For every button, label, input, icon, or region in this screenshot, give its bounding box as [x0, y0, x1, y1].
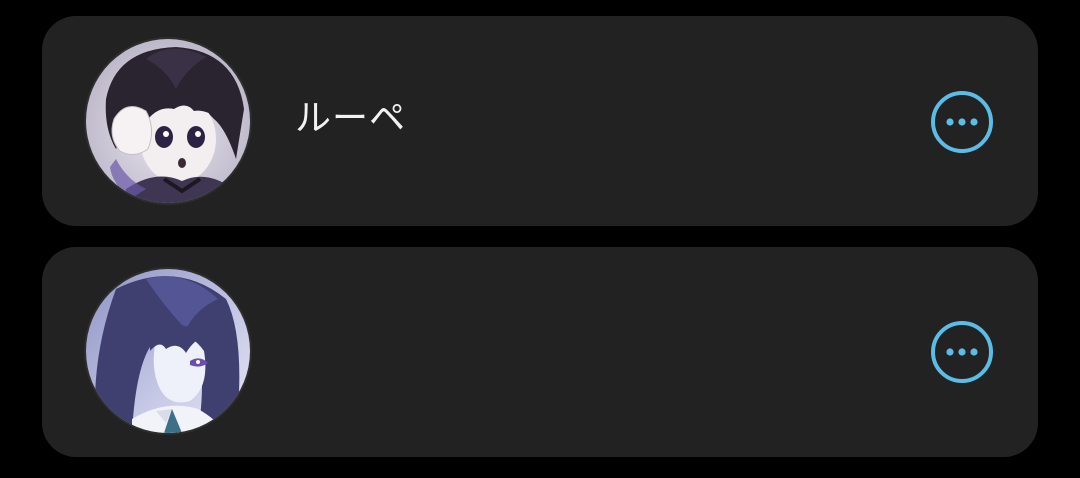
avatar-image	[86, 39, 250, 203]
more-horizontal-circle-icon	[931, 91, 993, 153]
contact-card[interactable]	[42, 247, 1038, 457]
avatar-image	[86, 269, 250, 433]
contact-name: ルーペ	[295, 98, 407, 139]
contact-card[interactable]: ルーペ	[42, 16, 1038, 226]
avatar[interactable]	[86, 39, 250, 203]
more-options-button[interactable]	[930, 320, 994, 384]
more-options-button[interactable]	[930, 90, 994, 154]
avatar[interactable]	[86, 269, 250, 433]
contact-list: ルーペ	[0, 0, 1080, 478]
more-horizontal-circle-icon	[931, 321, 993, 383]
